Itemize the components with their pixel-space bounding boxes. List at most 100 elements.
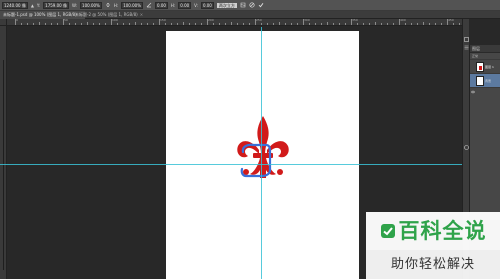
ruler-tick (333, 23, 334, 25)
ruler-tick (393, 23, 394, 25)
ruler-tick (123, 23, 124, 25)
ruler-tick (225, 23, 226, 25)
ruler-tick (51, 23, 52, 25)
ruler-tick (279, 22, 280, 25)
ruler-label: 50 (64, 19, 68, 22)
tools-panel-collapsed[interactable] (0, 60, 4, 270)
ruler-label: 350 (352, 19, 358, 22)
photoshop-window: 1240.00 像 ▲ Y: 1759.00 像 W: 100.00% H: 1… (0, 0, 500, 279)
reference-point-icon[interactable]: ▲ (31, 3, 34, 8)
horizontal-guide[interactable] (0, 164, 462, 165)
ruler-tick (303, 19, 304, 25)
layer-row[interactable]: 图层 1 (470, 60, 500, 79)
vertical-guide[interactable] (261, 27, 262, 279)
ruler-tick (219, 23, 220, 25)
ruler-tick (243, 23, 244, 25)
ruler-tick (417, 23, 418, 25)
ruler-label: 450 (448, 19, 454, 22)
ruler-tick (195, 23, 196, 25)
ruler-tick (15, 19, 16, 25)
ruler-tick (69, 23, 70, 25)
ruler-tick (453, 23, 454, 25)
interpolation-dropdown[interactable]: 两次立方 (216, 2, 237, 8)
ruler-tick (183, 22, 184, 25)
ruler-tick (435, 23, 436, 25)
ruler-tick (189, 23, 190, 25)
ruler-tick (459, 23, 460, 25)
visibility-eye-icon[interactable] (471, 65, 475, 79)
commit-transform-icon[interactable] (258, 2, 264, 8)
warp-mode-icon[interactable] (240, 2, 246, 8)
document-tab-bar: 未标题-1.psd @ 100% (图层 1, RGB/8) × 未标题-2 @ … (0, 11, 500, 19)
y-label: Y: (36, 2, 41, 8)
horizontal-ruler[interactable]: 0 50 100 150 200 250 300 350 400 450 (7, 19, 462, 26)
ruler-tick (111, 19, 112, 25)
ruler-tick (399, 19, 400, 25)
ruler-label: 400 (400, 19, 406, 22)
document-tab-2[interactable]: 未标题-2 @ 50% (图层 1, RGB/8) × (72, 11, 146, 19)
ruler-tick (267, 23, 268, 25)
height-field[interactable]: 100.00% (121, 1, 143, 9)
ruler-tick (405, 23, 406, 25)
angle-field[interactable]: 0.00 (155, 1, 168, 9)
x-position-field[interactable]: 1240.00 像 (2, 1, 28, 9)
ruler-tick (213, 23, 214, 25)
ruler-tick (261, 23, 262, 25)
ruler-tick (411, 23, 412, 25)
ruler-tick (291, 23, 292, 25)
ruler-tick (369, 23, 370, 25)
v-skew-label: V: (194, 2, 198, 8)
ruler-tick (153, 23, 154, 25)
history-panel-icon[interactable] (464, 27, 469, 42)
watermark-title-box: 百科全说 (366, 212, 500, 250)
y-position-field[interactable]: 1759.00 像 (43, 1, 69, 9)
close-tab-icon[interactable]: × (140, 12, 143, 17)
tab-label: 未标题-2 @ 50% (图层 1, RGB/8) (75, 12, 138, 17)
layers-panel: 图层 正常 图层 1 背景 (469, 45, 500, 220)
ruler-tick (345, 23, 346, 25)
layer-row-selected[interactable]: 背景 (470, 74, 500, 93)
ruler-tick (285, 23, 286, 25)
layer-name[interactable]: 背景 (485, 79, 491, 83)
properties-panel-icon[interactable] (464, 35, 469, 50)
ruler-tick (357, 23, 358, 25)
transform-options-bar: 1240.00 像 ▲ Y: 1759.00 像 W: 100.00% H: 1… (0, 0, 500, 11)
ruler-tick (33, 23, 34, 25)
layer-name[interactable]: 图层 1 (485, 65, 494, 69)
ruler-tick (363, 23, 364, 25)
tab-label: 未标题-1.psd @ 100% (图层 1, RGB/8) (3, 12, 77, 17)
ruler-tick (237, 23, 238, 25)
watermark-title: 百科全说 (398, 219, 487, 243)
fleur-de-lis-artwork[interactable] (236, 116, 290, 184)
ruler-tick (117, 23, 118, 25)
ruler-tick (165, 23, 166, 25)
h-skew-field[interactable]: 0.00 (178, 1, 192, 9)
blend-mode-select[interactable]: 正常 (470, 53, 500, 60)
angle-icon (146, 2, 152, 8)
ruler-tick (159, 19, 160, 25)
ruler-tick (141, 23, 142, 25)
ruler-label: 200 (208, 19, 214, 22)
ruler-tick (309, 23, 310, 25)
ruler-tick (135, 22, 136, 25)
ruler-tick (207, 19, 208, 25)
width-field[interactable]: 100.00% (80, 1, 102, 9)
watermark-subtitle: 助你轻松解决 (366, 250, 500, 279)
visibility-eye-icon[interactable] (471, 79, 475, 93)
ruler-origin[interactable] (0, 19, 7, 26)
link-icon[interactable] (105, 2, 111, 8)
ruler-tick (297, 23, 298, 25)
ruler-tick (27, 23, 28, 25)
ruler-label: 0 (16, 19, 18, 22)
ruler-label: 150 (160, 19, 166, 22)
v-skew-field[interactable]: 0.00 (200, 1, 214, 9)
ruler-tick (351, 19, 352, 25)
width-label: W: (71, 2, 78, 8)
ruler-tick (321, 23, 322, 25)
ruler-tick (429, 23, 430, 25)
cancel-transform-icon[interactable] (249, 2, 255, 8)
ruler-tick (45, 23, 46, 25)
layers-panel-title[interactable]: 图层 (470, 45, 500, 53)
ruler-label: 250 (256, 19, 262, 22)
layer-thumbnail (476, 75, 484, 86)
